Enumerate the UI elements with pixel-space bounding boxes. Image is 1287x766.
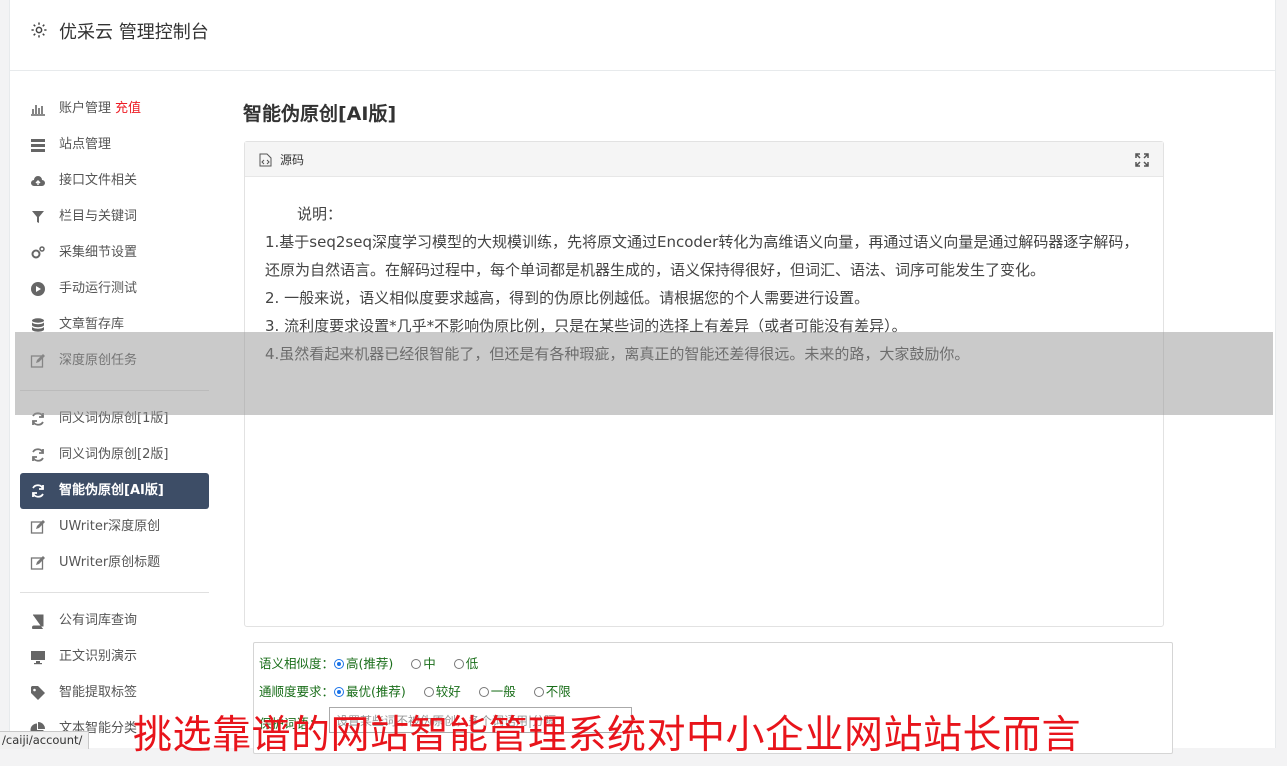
sidebar-item-label: 文章暂存库 [59, 317, 125, 332]
sidebar-item-label: 手动运行测试 [59, 281, 138, 296]
fluency-label: 通顺度要求： [259, 684, 335, 699]
sidebar-item-group1-1[interactable]: 站点管理 [20, 127, 209, 163]
top-header: 优采云 管理控制台 [10, 0, 1275, 71]
sidebar-item-label: 栏目与关键词 [59, 209, 138, 224]
status-bar-url: /caiji/account/ [0, 731, 90, 749]
server-icon [30, 137, 46, 153]
similarity-low-label[interactable]: 低 [466, 656, 479, 671]
recharge-link[interactable]: 充值 [115, 101, 141, 116]
desc-line-1: 1.基于seq2seq深度学习模型的大规模训练，先将原文通过Encoder转化为… [265, 233, 1139, 279]
sidebar-item-group2-2[interactable]: 智能伪原创[AI版] [20, 473, 209, 509]
similarity-mid-radio[interactable] [411, 659, 422, 669]
fluency-normal-label[interactable]: 一般 [491, 684, 516, 699]
fluency-good-label[interactable]: 较好 [436, 684, 461, 699]
fluency-any-label[interactable]: 不限 [546, 684, 571, 699]
app-title: 优采云 管理控制台 [59, 22, 209, 43]
similarity-high-label[interactable]: 高(推荐) [346, 656, 393, 671]
fluency-best-radio[interactable] [334, 687, 345, 697]
play-circle-icon [30, 281, 46, 297]
sidebar-item-group1-4[interactable]: 采集细节设置 [20, 235, 209, 271]
fluency-row: 通顺度要求： 最优(推荐) 较好 一般 不限 [259, 681, 585, 700]
similarity-row: 语义相似度： 高(推荐) 中 低 [259, 653, 492, 672]
sidebar-item-group3-0[interactable]: 公有词库查询 [20, 603, 209, 639]
desc-line-2: 2. 一般来说，语义相似度要求越高，得到的伪原比例越低。请根据您的个人需要进行设… [265, 289, 870, 307]
fluency-any-radio[interactable] [533, 687, 544, 697]
sidebar: 账户管理充值站点管理接口文件相关栏目与关键词采集细节设置手动运行测试文章暂存库深… [20, 91, 210, 747]
desc-heading: 说明： [297, 205, 343, 223]
source-code-icon [259, 153, 272, 167]
source-button[interactable]: 源码 [280, 151, 304, 168]
page-title: 智能伪原创[AI版] [243, 103, 397, 125]
panel-header: 源码 [245, 142, 1163, 177]
similarity-label: 语义相似度： [259, 656, 335, 671]
sidebar-item-label: 接口文件相关 [59, 173, 138, 188]
watermark-banner-text: 挑选靠谱的网站智能管理系统对中小企业网站站长而言 [133, 713, 1082, 758]
fluency-normal-radio[interactable] [478, 687, 489, 697]
tag-icon [30, 685, 46, 701]
sidebar-item-label: UWriter原创标题 [59, 555, 161, 570]
fullscreen-icon[interactable] [1135, 153, 1149, 167]
cogs-icon [30, 245, 46, 261]
sidebar-item-group1-2[interactable]: 接口文件相关 [20, 163, 209, 199]
sidebar-item-label: 站点管理 [59, 137, 112, 152]
sidebar-divider [20, 592, 209, 593]
gear-icon [31, 22, 47, 38]
main-content: 智能伪原创[AI版] [243, 96, 1173, 140]
sidebar-item-label: 智能伪原创[AI版] [59, 483, 164, 498]
sidebar-item-group2-1[interactable]: 同义词伪原创[2版] [20, 437, 209, 473]
sidebar-item-group1-5[interactable]: 手动运行测试 [20, 271, 209, 307]
sidebar-item-label: 公有词库查询 [59, 613, 138, 628]
sidebar-item-label: 智能提取标签 [59, 685, 138, 700]
similarity-mid-label[interactable]: 中 [423, 656, 436, 671]
edit-icon [30, 555, 46, 571]
bar-chart-icon [30, 101, 46, 117]
cloud-upload-icon [30, 173, 46, 189]
fluency-good-radio[interactable] [423, 687, 434, 697]
book-icon [30, 613, 46, 629]
sidebar-item-group1-0[interactable]: 账户管理 充值 [20, 91, 209, 127]
filter-icon [30, 209, 46, 225]
sidebar-item-label: 账户管理 [59, 101, 112, 116]
fluency-best-label[interactable]: 最优(推荐) [346, 684, 406, 699]
desktop-icon [30, 649, 46, 665]
sidebar-item-label: 同义词伪原创[2版] [59, 447, 169, 462]
refresh-icon [30, 447, 46, 463]
similarity-low-radio[interactable] [453, 659, 464, 669]
sidebar-item-group2-4[interactable]: UWriter原创标题 [20, 545, 209, 581]
sidebar-item-group1-3[interactable]: 栏目与关键词 [20, 199, 209, 235]
edit-icon [30, 519, 46, 535]
sidebar-item-group3-1[interactable]: 正文识别演示 [20, 639, 209, 675]
similarity-high-radio[interactable] [334, 659, 345, 669]
sidebar-item-label: 采集细节设置 [59, 245, 138, 260]
gray-overlay-band [15, 332, 1273, 415]
sidebar-item-group2-3[interactable]: UWriter深度原创 [20, 509, 209, 545]
database-icon [30, 317, 46, 333]
refresh-icon [30, 483, 46, 499]
sidebar-item-label: 正文识别演示 [59, 649, 138, 664]
sidebar-item-label: UWriter深度原创 [59, 519, 161, 534]
